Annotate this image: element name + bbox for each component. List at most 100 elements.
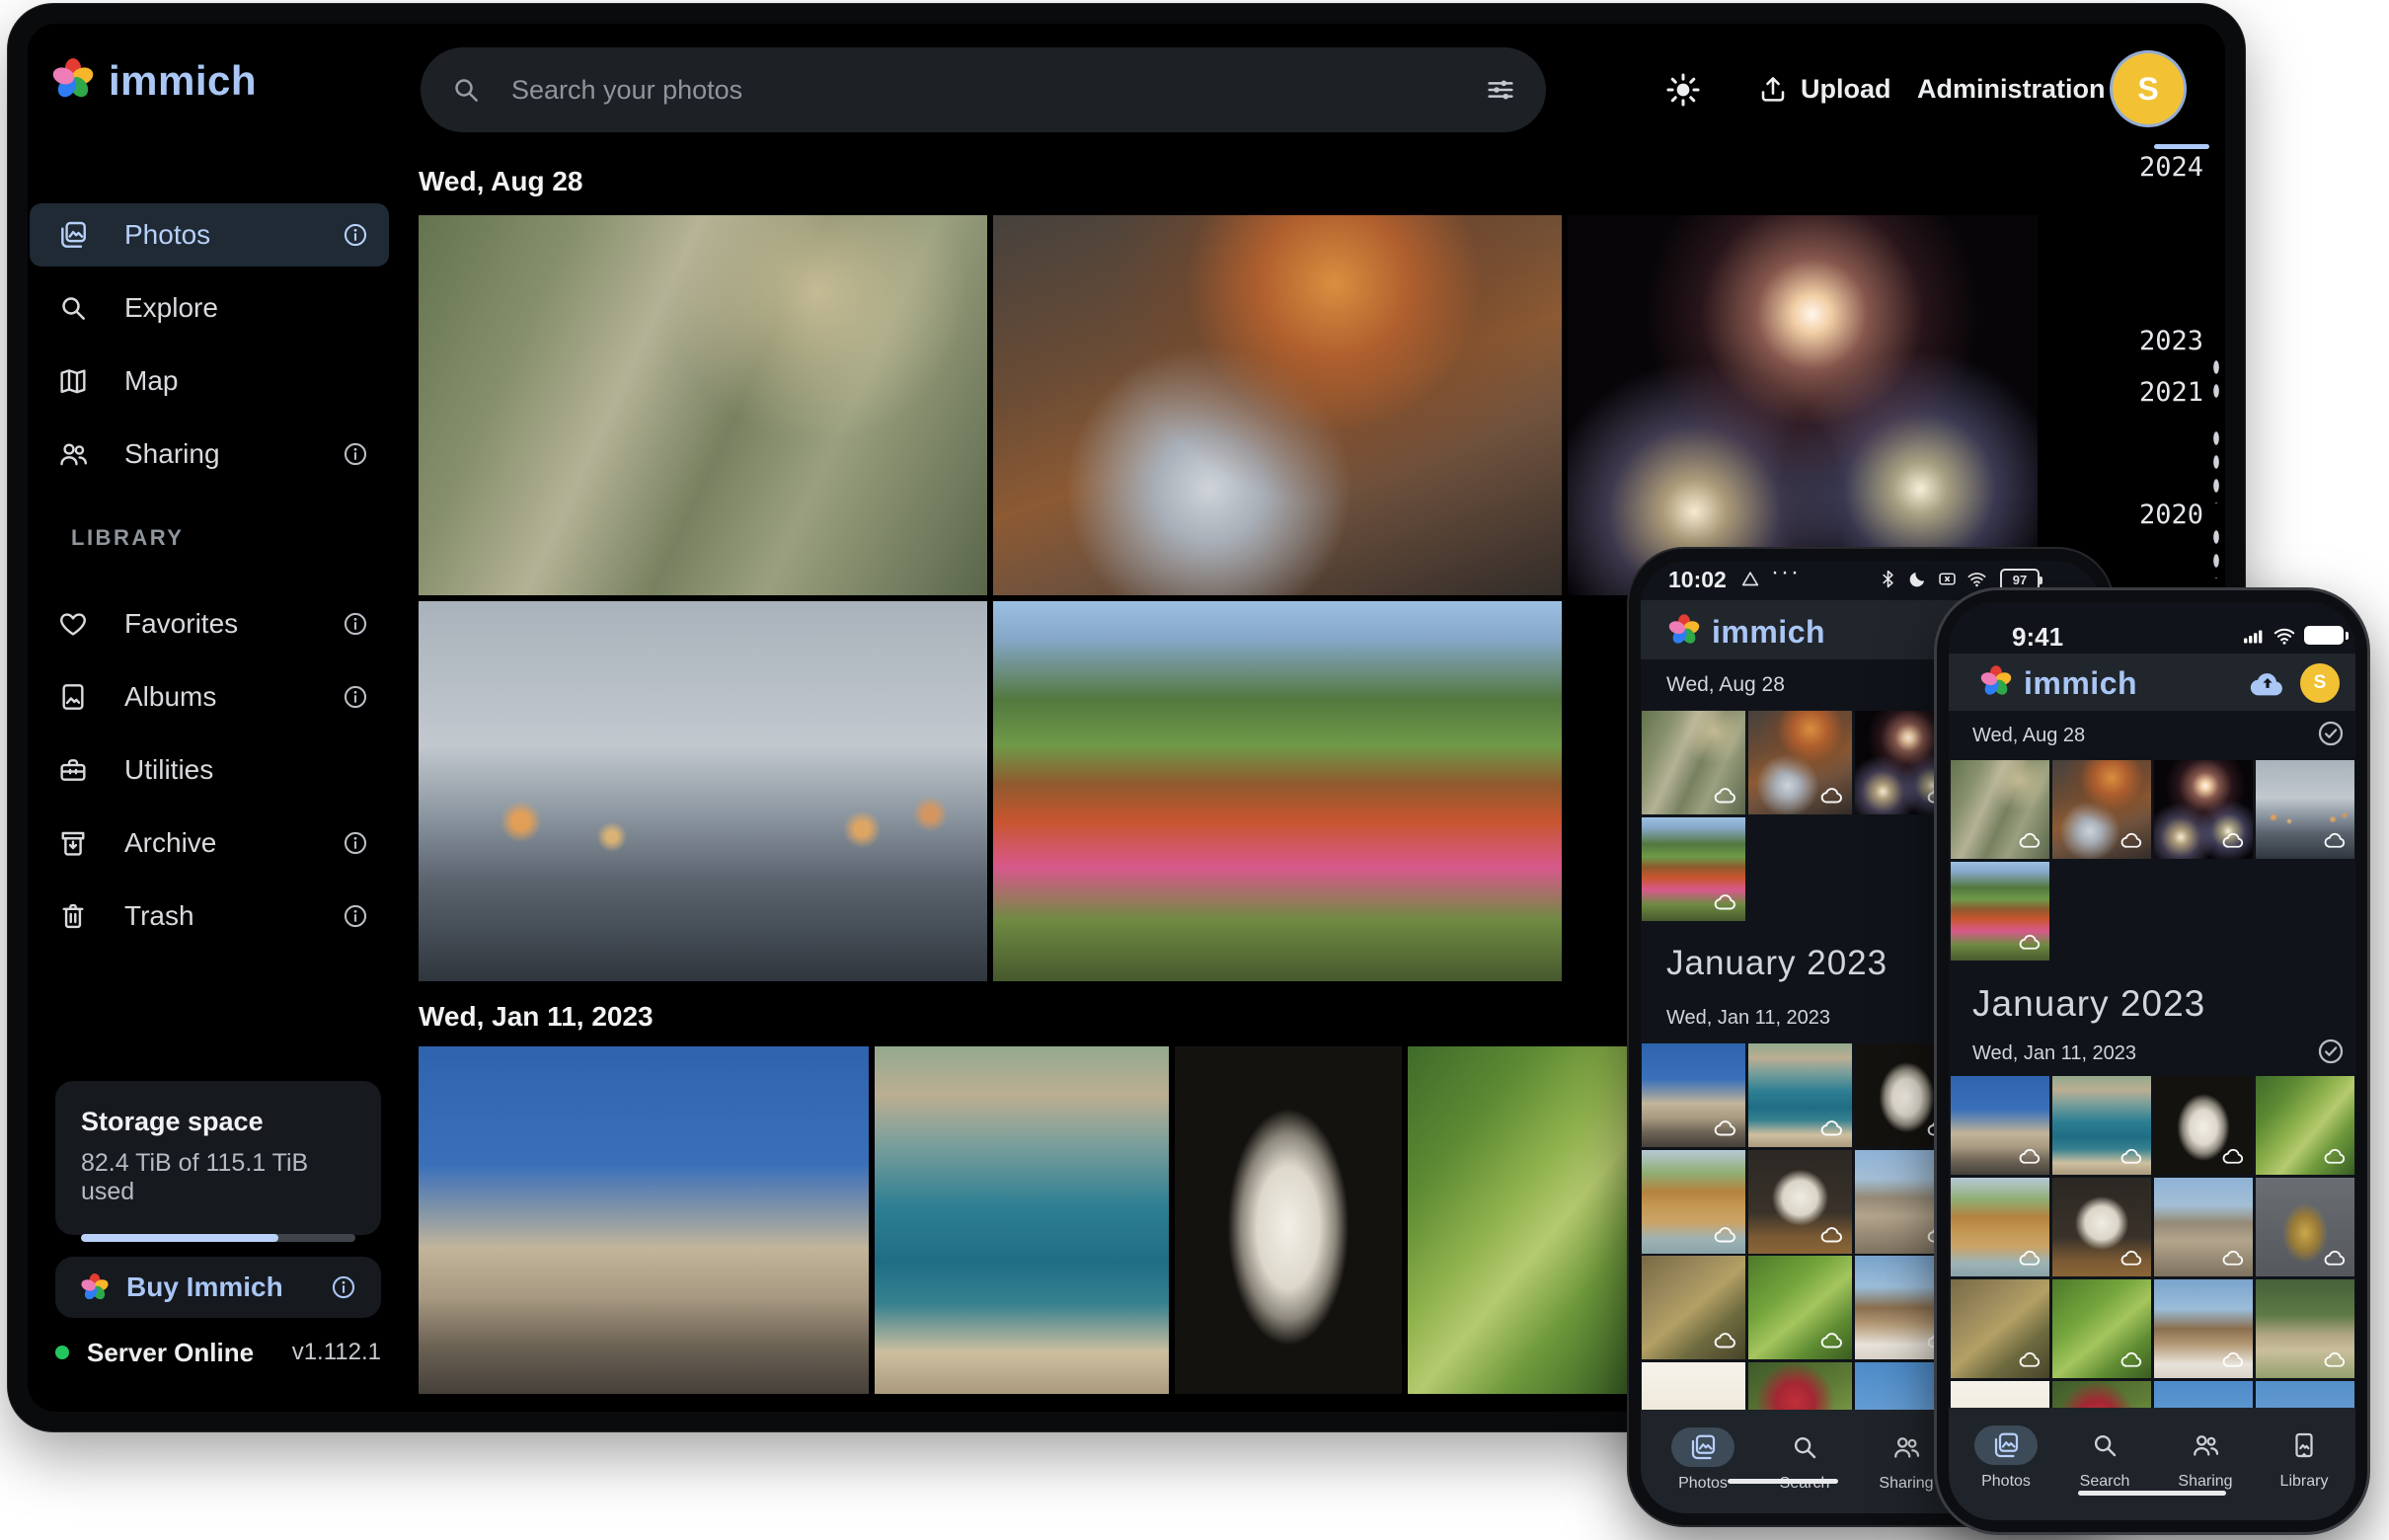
nav-label: Photos (1678, 1475, 1728, 1493)
photo-thumbnail-beach-cliff[interactable] (1642, 1150, 1745, 1254)
page: immich Upload Administration S Photos Ex… (0, 0, 2389, 1540)
photo-thumbnail-lizard-moss[interactable] (2052, 1279, 2151, 1378)
photo-thumbnail-alpine-village[interactable] (2256, 1279, 2354, 1378)
sidebar-item-photos[interactable]: Photos (30, 203, 389, 267)
info-icon[interactable] (342, 610, 369, 638)
immich-logo-icon (49, 55, 97, 103)
info-icon[interactable] (342, 683, 369, 711)
sidebar-item-sharing[interactable]: Sharing (30, 423, 389, 486)
timeline-dot-ticks[interactable] (2211, 355, 2221, 407)
photo-marble-bust[interactable] (1175, 1046, 1402, 1394)
administration-link[interactable]: Administration (1917, 53, 2106, 124)
app-logo-text: immich (1712, 614, 1825, 651)
home-indicator[interactable] (2078, 1491, 2226, 1496)
theme-toggle-sun-icon[interactable] (1664, 71, 1702, 109)
cloud-backup-icon (2323, 1348, 2348, 1372)
timeline-scrubber-handle[interactable] (2154, 144, 2209, 149)
cloud-backup-icon (2018, 1246, 2042, 1270)
sidebar-item-label: Albums (124, 681, 216, 713)
info-icon[interactable] (342, 829, 369, 857)
immich-logo-icon (1666, 612, 1702, 648)
photo-holding-hands[interactable] (419, 601, 987, 981)
nav-item-sharing[interactable]: Sharing (2156, 1425, 2255, 1491)
photo-fortress-walls[interactable] (419, 1046, 869, 1394)
cloud-backup-sync-icon[interactable] (2247, 663, 2288, 705)
user-avatar[interactable]: S (2300, 663, 2340, 703)
cloud-backup-icon (2018, 1348, 2042, 1372)
sidebar-item-explore[interactable]: Explore (30, 276, 389, 340)
status-triangle-icon (1739, 569, 1761, 590)
timeline-year[interactable]: 2020 (2139, 500, 2203, 530)
nav-item-search[interactable]: Search (2055, 1425, 2154, 1491)
photo-thumbnail-fireworks[interactable] (2154, 760, 2253, 859)
photo-thumbnail-lizard-rocks[interactable] (1642, 1256, 1745, 1359)
cloud-backup-icon (1819, 1222, 1845, 1248)
search-bar[interactable] (421, 47, 1546, 132)
photo-thumbnail-fortress[interactable] (1642, 1043, 1745, 1147)
photo-thumbnail-bust[interactable] (2154, 1076, 2253, 1175)
sidebar-item-map[interactable]: Map (30, 349, 389, 413)
upload-button[interactable]: Upload (1757, 53, 1891, 124)
timeline-year[interactable]: 2023 (2139, 326, 2203, 356)
photo-thumbnail-hands[interactable] (2256, 760, 2354, 859)
photo-thumbnail-monkeys[interactable] (1951, 760, 2049, 859)
photo-green-berries[interactable] (1408, 1046, 1635, 1394)
search-icon (1790, 1432, 1819, 1462)
photo-thumbnail-ornament[interactable] (2256, 1178, 2354, 1276)
status-time: 10:02 (1668, 567, 1727, 593)
sidebar-item-albums[interactable]: Albums (30, 665, 389, 729)
info-icon[interactable] (342, 902, 369, 930)
photo-thumbnail-sculpture[interactable] (1748, 1150, 1852, 1254)
photo-thumbnail-winter-village[interactable] (2154, 1279, 2253, 1378)
cloud-backup-icon (1819, 783, 1845, 808)
explore-search-icon (57, 292, 89, 324)
info-icon[interactable] (342, 221, 369, 249)
month-heading: January 2023 (1972, 983, 2205, 1025)
photo-thumbnail-berries[interactable] (2256, 1076, 2354, 1175)
photo-thumbnail-beach-cliff[interactable] (1951, 1178, 2049, 1276)
photo-autumn-garden-path[interactable] (993, 601, 1562, 981)
timeline-dot-ticks[interactable] (2211, 426, 2221, 503)
buy-immich-button[interactable]: Buy Immich (55, 1257, 381, 1318)
select-all-check-icon[interactable] (2316, 719, 2346, 748)
home-indicator[interactable] (1728, 1479, 1838, 1484)
photo-thumbnail-dinner[interactable] (2052, 760, 2151, 859)
photo-thumbnail-sculpture[interactable] (2052, 1178, 2151, 1276)
sidebar-item-favorites[interactable]: Favorites (30, 592, 389, 655)
photo-thumbnail-ruins[interactable] (2154, 1178, 2253, 1276)
photo-thumbnail-fortress[interactable] (1951, 1076, 2049, 1175)
info-icon[interactable] (342, 440, 369, 468)
timeline-year[interactable]: 2021 (2139, 377, 2203, 408)
info-icon[interactable] (330, 1273, 357, 1301)
photo-thumbnail-lizard-rocks[interactable] (1951, 1279, 2049, 1378)
photo-thumbnail-monkeys[interactable] (1642, 711, 1745, 814)
immich-logo-icon (79, 1271, 111, 1303)
photo-thumbnail-garden-path[interactable] (1951, 862, 2049, 961)
photo-zoo-monkeys[interactable] (419, 215, 987, 595)
nav-item-library[interactable]: Library (2255, 1425, 2353, 1491)
timeline-year[interactable]: 2024 (2139, 152, 2203, 183)
cloud-backup-icon (2323, 1246, 2348, 1270)
cloud-backup-icon (2221, 1246, 2246, 1270)
filter-tune-icon[interactable] (1485, 74, 1516, 106)
photo-fireworks[interactable] (1568, 215, 2038, 595)
search-icon (450, 74, 482, 106)
select-all-check-icon[interactable] (2316, 1037, 2346, 1066)
photo-thumbnail-garden-path[interactable] (1642, 817, 1745, 921)
sidebar-item-utilities[interactable]: Utilities (30, 738, 389, 802)
wifi-icon (1966, 569, 1987, 589)
photo-thumbnail-dinner[interactable] (1748, 711, 1852, 814)
photo-autumn-dinner-table[interactable] (993, 215, 1562, 595)
photo-thumbnail-coast[interactable] (1748, 1043, 1852, 1147)
user-avatar[interactable]: S (2113, 53, 2184, 124)
photo-thumbnail-lizard-moss[interactable] (1748, 1256, 1852, 1359)
server-status-label: Server Online (87, 1338, 254, 1368)
photo-thumbnail-coast[interactable] (2052, 1076, 2151, 1175)
sidebar-item-archive[interactable]: Archive (30, 811, 389, 875)
photo-coastal-fort[interactable] (875, 1046, 1169, 1394)
nav-item-photos[interactable]: Photos (1957, 1425, 2055, 1491)
timeline-dot-ticks[interactable] (2211, 525, 2221, 578)
search-input[interactable] (509, 74, 1457, 107)
sidebar-item-trash[interactable]: Trash (30, 885, 389, 948)
cloud-backup-icon (1713, 889, 1738, 915)
